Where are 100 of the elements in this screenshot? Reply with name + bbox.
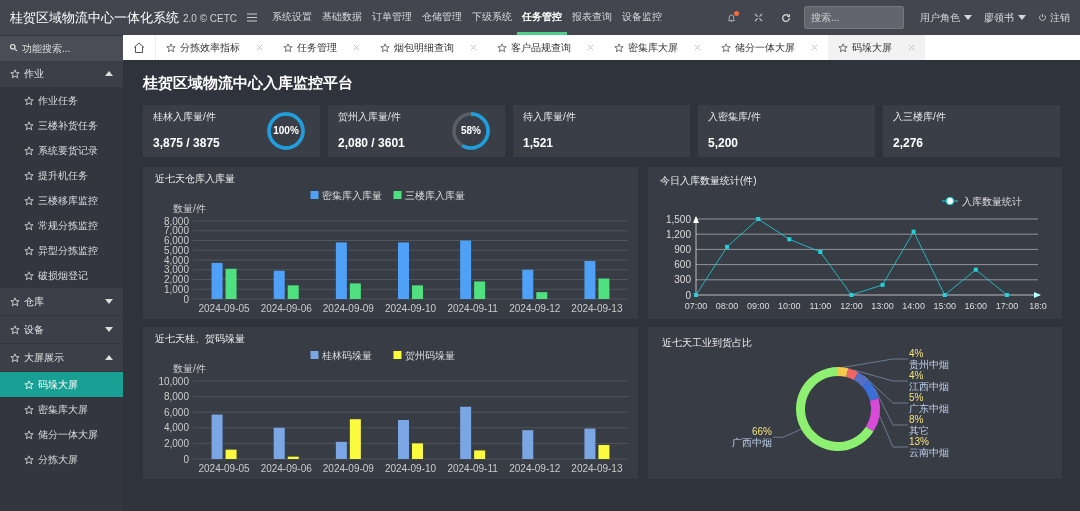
star-icon: [614, 42, 624, 53]
star-icon: [24, 404, 34, 415]
data-point: [787, 236, 792, 241]
logout-button[interactable]: 注销: [1038, 10, 1070, 25]
bar: [412, 442, 423, 459]
star-icon: [24, 379, 34, 390]
close-icon: [353, 44, 360, 51]
star-icon: [10, 296, 20, 307]
axis-tick-label: 6,000: [163, 406, 189, 418]
kpi-label: 待入库量/件: [523, 110, 576, 124]
axis-tick-label: 7,000: [163, 224, 189, 236]
star-icon: [24, 220, 34, 231]
nav-menu-item[interactable]: 订单管理: [367, 0, 418, 35]
leader-line: [874, 387, 909, 425]
bar: [211, 262, 223, 299]
sidebar-group[interactable]: 大屏展示: [0, 344, 123, 372]
bar: [211, 414, 223, 459]
sidebar-group[interactable]: 仓库: [0, 288, 123, 316]
axis-tick-label: 11:00: [809, 300, 832, 311]
data-point: [911, 229, 916, 234]
fullscreen-icon: [754, 13, 763, 22]
user-menu-dropdown[interactable]: 廖领书: [984, 10, 1026, 25]
chart-title: 近七天桂、贺码垛量: [155, 332, 245, 344]
close-icon: [694, 44, 701, 51]
axis-tick-label: 17:00: [995, 300, 1019, 311]
sidebar-group[interactable]: 作业: [0, 60, 123, 88]
leader-line: [879, 414, 909, 447]
percent-label: 4%: [909, 369, 924, 381]
sidebar-group[interactable]: 设备: [0, 316, 123, 344]
bar: [335, 241, 347, 299]
star-icon: [283, 42, 293, 53]
axis-tick-label: 2024-09-13: [571, 462, 623, 474]
axis-tick-label: 2,000: [163, 437, 189, 449]
axis-tick-label: 4,000: [163, 254, 189, 265]
notification-bell-icon[interactable]: [727, 12, 736, 23]
kpi-label: 入三楼库/件: [893, 110, 946, 124]
axis-title: 数量/件: [173, 202, 206, 214]
star-icon: [10, 352, 20, 363]
axis-tick-label: 6,000: [163, 234, 189, 246]
progress-percent: 100%: [272, 124, 300, 138]
legend-label: 贺州码垛量: [404, 349, 455, 360]
page-tab[interactable]: 码垛大屏: [828, 35, 925, 60]
progress-percent: 58%: [460, 124, 482, 138]
bar: [522, 269, 534, 299]
data-point: [973, 267, 978, 272]
kpi-label: 桂林入库量/件: [153, 110, 216, 124]
percent-label: 4%: [909, 347, 924, 359]
axis-tick-label: 2024-09-13: [571, 302, 623, 314]
bar: [460, 240, 472, 299]
slice-label: 江西中烟: [909, 380, 949, 392]
axis-tick-label: 09:00: [746, 300, 770, 311]
slice-label: 贵州中烟: [909, 358, 949, 370]
bar: [225, 449, 237, 459]
axis-tick-label: 2024-09-09: [322, 462, 374, 474]
nav-menu-item[interactable]: 基础数据: [317, 0, 368, 35]
bar: [273, 270, 285, 299]
axis-tick-label: 2024-09-10: [384, 462, 437, 474]
axis-tick-label: 15:00: [933, 300, 956, 311]
user-menu-dropdown[interactable]: 用户角色: [920, 10, 972, 25]
bar: [335, 441, 347, 459]
version-label: 2.0 © CETC: [183, 11, 238, 26]
close-icon: [811, 44, 818, 51]
search-field[interactable]: 搜索...: [804, 6, 904, 29]
percent-label: 8%: [909, 413, 924, 425]
bar: [598, 278, 610, 299]
star-icon: [721, 42, 731, 53]
star-icon: [838, 42, 848, 53]
data-point: [1004, 292, 1009, 297]
axis-tick-label: 0: [183, 453, 189, 464]
axis-tick-label: 18:0: [1029, 300, 1047, 311]
nav-menu-item[interactable]: 设备监控: [617, 0, 668, 35]
data-point: [694, 292, 698, 297]
bar: [287, 284, 299, 299]
nav-menu-item[interactable]: 下级系统: [467, 0, 518, 35]
bar: [584, 260, 596, 299]
bar: [287, 456, 299, 459]
nav-menu-item[interactable]: 系统设置: [267, 0, 318, 35]
axis-tick-label: 600: [674, 258, 691, 270]
bar: [273, 427, 285, 459]
star-icon: [380, 42, 390, 53]
axis-tick-label: 1,200: [665, 228, 691, 240]
sidebar-search-field[interactable]: 功能搜索...: [0, 36, 123, 61]
kpi-value: 1,521: [523, 135, 554, 152]
page-title: 桂贺区域物流中心入库监控平台: [143, 73, 353, 93]
bar: [225, 268, 237, 299]
star-icon: [24, 454, 34, 465]
nav-menu-item[interactable]: 仓储管理: [417, 0, 468, 35]
star-icon: [24, 429, 34, 440]
axis-tick-label: 300: [674, 273, 691, 285]
legend-swatch-icon: [393, 350, 402, 359]
legend-label: 入库数量统计: [962, 195, 1022, 206]
axis-tick-label: 4,000: [163, 421, 189, 433]
star-icon: [24, 95, 34, 106]
legend-label: 三楼库入库量: [404, 189, 465, 200]
axis-tick-label: 2024-09-06: [260, 462, 312, 474]
bar: [349, 282, 361, 299]
axis-tick-label: 07:00: [684, 300, 708, 311]
axis-tick-label: 2024-09-06: [260, 302, 312, 314]
nav-menu-item[interactable]: 报表查询: [567, 0, 618, 35]
refresh-icon: [781, 12, 791, 23]
